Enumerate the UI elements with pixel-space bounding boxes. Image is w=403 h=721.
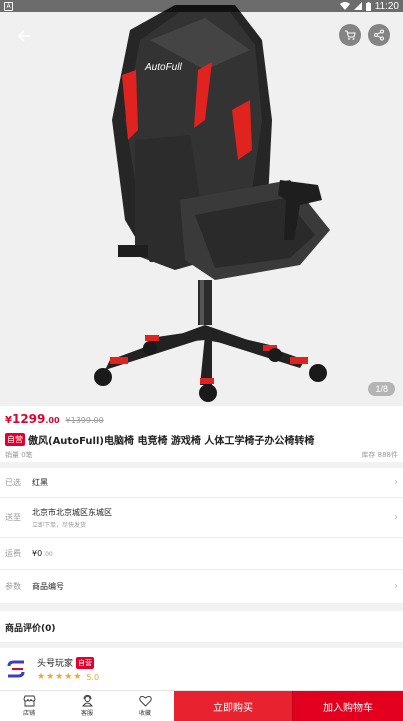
shop-self-operated-badge: 自营 bbox=[76, 656, 95, 669]
wifi-icon bbox=[339, 2, 350, 10]
battery-icon bbox=[365, 1, 371, 11]
share-button[interactable] bbox=[368, 24, 390, 46]
freight-cents: .00 bbox=[43, 551, 53, 558]
chevron-right-icon: › bbox=[394, 477, 398, 488]
params-label: 参数 bbox=[5, 582, 21, 591]
bottom-action-bar: 店铺 客服 收藏 立即购买 加入购物车 bbox=[0, 690, 403, 721]
notification-icon: A bbox=[4, 1, 13, 11]
store-tab[interactable]: 店铺 bbox=[0, 691, 58, 721]
shop-name: 头号玩家 bbox=[37, 659, 74, 669]
star-icon: ★ bbox=[55, 672, 64, 682]
add-to-cart-button[interactable]: 加入购物车 bbox=[292, 691, 403, 721]
ship-to-label: 送至 bbox=[5, 513, 21, 522]
price-value: 1299 bbox=[11, 412, 46, 426]
product-image-gaming-chair: AutoFull bbox=[0, 0, 403, 406]
sales-count: 销量 0笔 bbox=[5, 451, 33, 459]
share-icon bbox=[374, 29, 384, 41]
arrow-left-icon bbox=[17, 30, 30, 42]
signal-icon bbox=[353, 2, 362, 10]
shop-logo bbox=[7, 660, 25, 678]
buy-now-button[interactable]: 立即购买 bbox=[174, 691, 292, 721]
favorite-label: 收藏 bbox=[138, 710, 151, 717]
product-title: 傲风(AutoFull)电脑椅 电竞椅 游戏椅 人体工学椅子办公椅转椅 bbox=[28, 436, 315, 447]
original-price: ¥1399.00 bbox=[65, 416, 104, 425]
cart-button[interactable] bbox=[339, 24, 361, 46]
freight-value: ¥0 bbox=[32, 549, 43, 558]
star-icon: ★ bbox=[46, 672, 55, 682]
price-cents: .00 bbox=[45, 416, 60, 425]
price-title-section: ¥ 1299 .00 ¥1399.00 自营 傲风(AutoFull)电脑椅 电… bbox=[0, 406, 403, 462]
ship-to-note: 立即下单，尽快发货 bbox=[32, 521, 87, 529]
shop-rating: ★ ★ ★ ★ ★ 5.0 bbox=[37, 672, 99, 682]
reviews-header[interactable]: 商品评价(0) bbox=[0, 611, 403, 643]
star-icon: ★ bbox=[64, 672, 73, 682]
shop-card[interactable]: 头号玩家 自营 ★ ★ ★ ★ ★ 5.0 bbox=[0, 648, 403, 690]
star-icon: ★ bbox=[73, 672, 82, 682]
favorite-tab[interactable]: 收藏 bbox=[116, 691, 174, 721]
cart-icon bbox=[345, 30, 356, 40]
chevron-right-icon: › bbox=[394, 581, 398, 592]
status-bar: A 11:20 bbox=[0, 0, 403, 12]
store-label: 店铺 bbox=[22, 710, 35, 717]
star-icon: ★ bbox=[37, 672, 46, 682]
chair-brand-text: AutoFull bbox=[144, 62, 182, 73]
image-counter: 1/8 bbox=[368, 382, 395, 396]
params-value: 商品编号 bbox=[32, 582, 64, 591]
store-icon bbox=[23, 695, 35, 707]
ship-to-address: 北京市北京城区东城区 bbox=[32, 507, 112, 517]
stock-count: 库存 888件 bbox=[361, 451, 398, 459]
shop-score: 5.0 bbox=[86, 672, 100, 682]
selected-label: 已选 bbox=[5, 478, 21, 487]
freight-row: 运费 ¥0 .00 bbox=[0, 538, 403, 570]
chevron-right-icon: › bbox=[394, 512, 398, 523]
params-row[interactable]: 参数 商品编号 › bbox=[0, 570, 403, 604]
clock: 11:20 bbox=[374, 0, 399, 12]
product-image-carousel[interactable]: AutoFull 1/8 bbox=[0, 0, 403, 406]
self-operated-badge: 自营 bbox=[5, 433, 25, 446]
service-tab[interactable]: 客服 bbox=[58, 691, 116, 721]
customer-service-icon bbox=[81, 695, 93, 707]
freight-label: 运费 bbox=[5, 549, 21, 558]
selected-option-row[interactable]: 已选 红黑 › bbox=[0, 468, 403, 498]
ship-to-row[interactable]: 送至 北京市北京城区东城区 立即下单，尽快发货 › bbox=[0, 498, 403, 538]
back-button[interactable] bbox=[12, 24, 36, 48]
currency-symbol: ¥ bbox=[5, 415, 12, 426]
service-label: 客服 bbox=[80, 710, 93, 717]
heart-icon bbox=[138, 695, 152, 707]
product-detail-page: AutoFull 1/8 A 11:20 ¥ 1299 .00 ¥1399.00 bbox=[0, 0, 403, 721]
divider bbox=[0, 604, 403, 611]
selected-value: 红黑 bbox=[32, 478, 48, 487]
